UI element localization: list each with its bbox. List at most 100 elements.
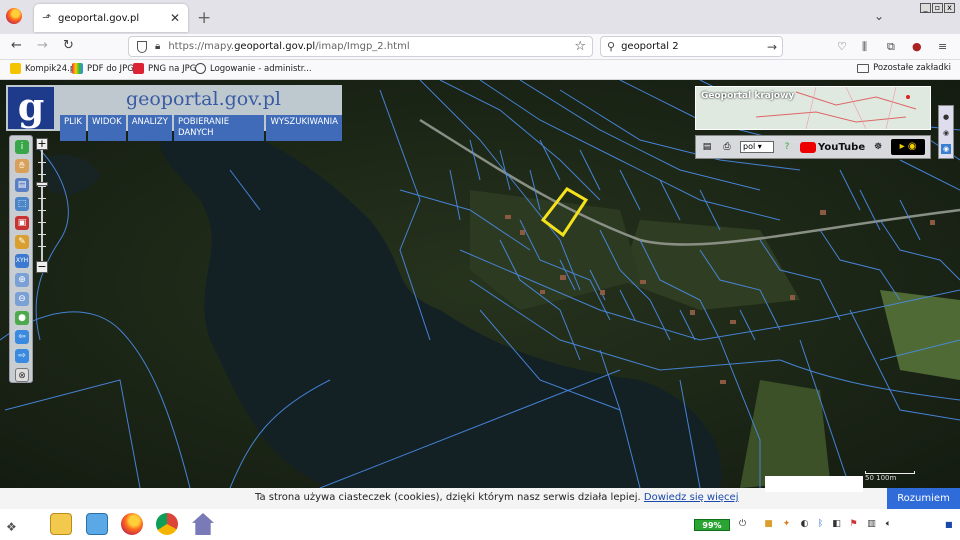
tray-app-icon[interactable]: ✦ — [781, 519, 792, 530]
language-select[interactable]: pol ▾ — [740, 141, 774, 153]
search-go-arrow-icon[interactable]: → — [767, 40, 777, 54]
zoom-tick — [38, 234, 46, 235]
accept-cookies-button[interactable]: Rozumiem — [887, 488, 960, 509]
close-window-icon[interactable]: x — [944, 3, 955, 13]
page-favicon-icon: ⬏ — [42, 11, 52, 24]
lock-icon[interactable]: 🔒︎ — [155, 41, 160, 52]
learn-more-link[interactable]: Dowiedz się więcej — [644, 492, 739, 503]
pdf-jpg-icon — [72, 63, 83, 74]
pin-icon[interactable]: ● — [941, 112, 951, 122]
youtube-link[interactable]: YouTube — [800, 141, 865, 153]
window-controls: _ ▫ x — [920, 3, 955, 13]
other-bookmarks[interactable]: Pozostałe zakładki — [857, 63, 951, 73]
zoom-out-icon[interactable]: ⊖ — [15, 292, 29, 306]
zoom-minus-button[interactable]: − — [36, 261, 48, 273]
menu-wyszukiwania[interactable]: WYSZUKIWANIA — [266, 115, 342, 141]
zoom-plus-button[interactable]: + — [36, 138, 48, 150]
info-icon[interactable]: i — [15, 140, 29, 154]
youtube-icon — [800, 141, 816, 153]
pencil-icon[interactable]: ✎ — [15, 235, 29, 249]
accessibility-icon[interactable]: ☸ — [871, 141, 885, 153]
close-tab-icon[interactable]: ✕ — [170, 11, 180, 25]
blank-panel — [765, 476, 863, 492]
tracking-shield-icon[interactable] — [137, 40, 147, 53]
media-player-icon[interactable] — [86, 513, 108, 535]
network-icon[interactable]: ▥ — [866, 519, 877, 530]
zoom-handle[interactable] — [36, 182, 48, 186]
zoom-tick — [38, 198, 46, 199]
menu-plik[interactable]: PLIK — [60, 115, 86, 141]
search-bar[interactable]: ⚲ geoportal 2 → — [600, 36, 783, 57]
firefox-taskbar-icon[interactable] — [121, 513, 143, 535]
bookmark-pdf-jpg[interactable]: PDF do JPG — [72, 63, 134, 74]
search-input[interactable]: geoportal 2 — [621, 41, 767, 52]
flag-icon[interactable]: ⚑ — [848, 519, 859, 530]
pan-hand-icon[interactable]: ✋︎ — [15, 159, 29, 173]
zoom-tick — [38, 174, 46, 175]
menu-analizy[interactable]: ANALIZY — [127, 115, 172, 141]
previous-view-icon[interactable]: ⇦ — [15, 330, 29, 344]
bookmark-kompik[interactable]: Kompik24.pl — [10, 63, 78, 74]
right-tools-panel: ● ◉ ◉ — [938, 105, 954, 159]
bookmark-star-icon[interactable]: ☆ — [574, 39, 586, 54]
power-plug-icon[interactable]: ⏻ — [737, 519, 748, 530]
coordinates-xy-icon[interactable]: XYH — [15, 254, 29, 268]
start-button-icon[interactable]: ❖ — [6, 520, 17, 534]
menu-widok[interactable]: WIDOK — [87, 115, 126, 141]
printer-icon[interactable]: ⎙ — [720, 141, 734, 153]
back-arrow-icon[interactable]: ← — [11, 39, 22, 53]
url-bar[interactable]: 🔒︎ https://mapy.geoportal.gov.pl/imap/Im… — [128, 36, 593, 57]
select-area-icon[interactable]: ⬚ — [15, 197, 29, 211]
overview-map[interactable]: Geoportal krajowy — [695, 86, 931, 130]
minimize-icon[interactable]: _ — [920, 3, 931, 13]
file-explorer-icon[interactable] — [50, 513, 72, 535]
menu-pobieranie-danych[interactable]: POBIERANIE DANYCH — [173, 115, 265, 141]
firefox-icon[interactable] — [6, 8, 22, 24]
battery-indicator[interactable]: 99% — [694, 519, 730, 531]
bluetooth-icon[interactable]: ᛒ — [815, 519, 826, 530]
home-app-icon[interactable] — [192, 513, 214, 535]
reset-view-icon[interactable]: ⊗ — [15, 368, 29, 382]
tab-title: geoportal.gov.pl — [58, 12, 140, 24]
navigation-bar: ← → ↻ 🔒︎ https://mapy.geoportal.gov.pl/i… — [0, 34, 960, 60]
tray-app-icon[interactable]: ◐ — [799, 519, 810, 530]
help-icon[interactable]: ? — [780, 141, 794, 153]
library-icon[interactable]: ⫼ — [862, 40, 867, 53]
new-tab-button[interactable]: + — [197, 8, 211, 28]
chrome-icon[interactable] — [156, 513, 178, 535]
zoom-track[interactable] — [41, 150, 43, 261]
tab-geoportal[interactable]: ⬏ geoportal.gov.pl ✕ — [34, 4, 188, 32]
view-icon[interactable]: ◉ — [941, 128, 951, 138]
reload-icon[interactable]: ↻ — [63, 39, 74, 53]
hamburger-menu-icon[interactable]: ≡ — [938, 40, 947, 53]
volume-icon[interactable]: 🔈︎ — [883, 519, 894, 530]
geoportal-logo[interactable]: g — [8, 87, 54, 129]
next-view-icon[interactable]: ⇨ — [15, 349, 29, 363]
addon-ninja-icon[interactable]: ● — [912, 40, 922, 53]
legend-icon[interactable]: ▤ — [15, 178, 29, 192]
high-contrast-eye-icon[interactable]: ▸ ◉ — [891, 139, 926, 155]
globe-extent-icon[interactable]: ● — [15, 311, 29, 325]
url-text[interactable]: https://mapy.geoportal.gov.pl/imap/Imgp_… — [168, 41, 574, 52]
document-icon[interactable]: ▤ — [700, 141, 714, 153]
print-area-icon[interactable]: ▣ — [15, 216, 29, 230]
bookmarks-bar: Kompik24.pl PDF do JPG PNG na JPG Logowa… — [0, 60, 960, 80]
extensions-icon[interactable]: ⧉ — [887, 40, 895, 53]
keyboard-language-indicator[interactable]: ■ — [945, 520, 953, 529]
bookmark-logowanie[interactable]: Logowanie - administr... — [195, 63, 312, 74]
tray-app-icon[interactable]: ◧ — [831, 519, 842, 530]
list-tabs-chevron-icon[interactable]: ⌄ — [874, 9, 884, 23]
pocket-icon[interactable]: ♡ — [837, 40, 847, 53]
active-view-icon[interactable]: ◉ — [941, 144, 951, 154]
tray-app-icon[interactable]: ■ — [763, 519, 774, 530]
zoom-in-icon[interactable]: ⊕ — [15, 273, 29, 287]
map-tools-panel: i ✋︎ ▤ ⬚ ▣ ✎ XYH ⊕ ⊖ ● ⇦ ⇨ ⊗ — [9, 135, 33, 383]
map-viewport[interactable]: g geoportal.gov.pl PLIK WIDOK ANALIZY PO… — [0, 80, 960, 488]
cookie-banner: Ta strona używa ciasteczek (cookies), dz… — [0, 476, 960, 509]
geoportal-toolbar: ▤ ⎙ pol ▾ ? YouTube ☸ ▸ ◉ — [695, 135, 931, 159]
bookmark-png-jpg[interactable]: PNG na JPG — [133, 63, 196, 74]
geoportal-title: geoportal.gov.pl — [126, 88, 281, 110]
zoom-slider[interactable]: + − — [36, 138, 48, 273]
restore-icon[interactable]: ▫ — [932, 3, 943, 13]
forward-arrow-icon[interactable]: → — [37, 39, 48, 53]
